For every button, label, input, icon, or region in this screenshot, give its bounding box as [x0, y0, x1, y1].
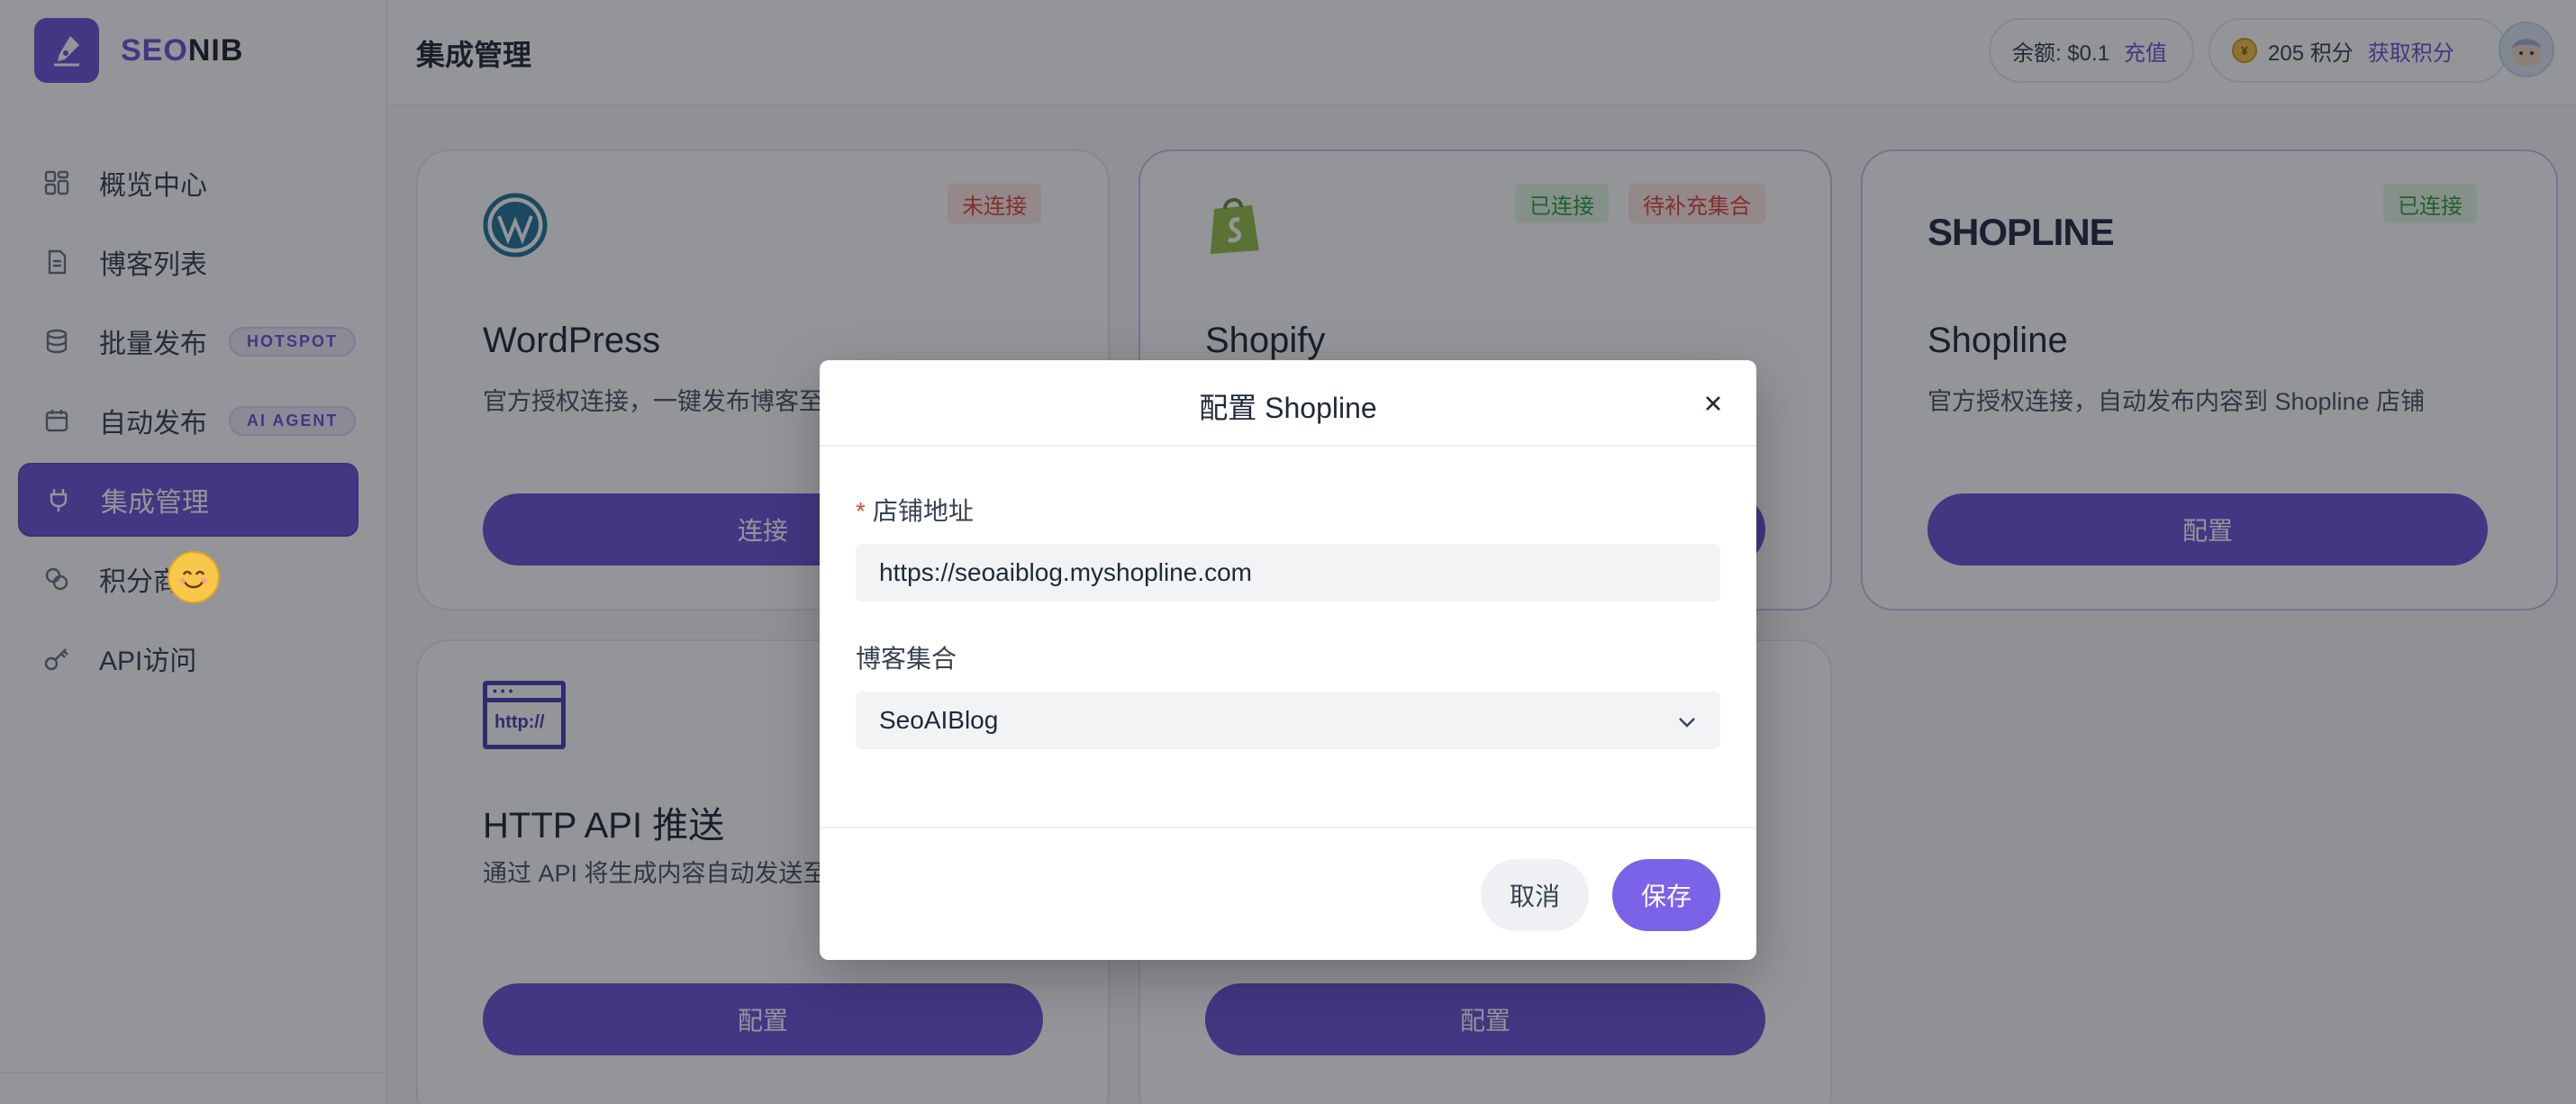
required-mark: *	[856, 497, 866, 525]
cancel-button[interactable]: 取消	[1481, 859, 1589, 931]
save-button[interactable]: 保存	[1612, 859, 1720, 931]
close-icon[interactable]	[1697, 387, 1729, 420]
chevron-down-icon	[1677, 706, 1697, 735]
selected-collection: SeoAIBlog	[879, 706, 999, 734]
store-address-label: * 店铺地址	[856, 497, 974, 525]
dialog-header: 配置 Shopline	[820, 360, 1756, 447]
blog-collection-label: 博客集合	[856, 645, 957, 673]
store-address-input[interactable]	[856, 544, 1720, 602]
blog-collection-select[interactable]: SeoAIBlog	[856, 692, 1720, 749]
dialog-footer: 取消 保存	[820, 827, 1756, 960]
dialog-title: 配置 Shopline	[1199, 392, 1377, 424]
smiley-emoji-icon	[168, 551, 220, 603]
configure-shopline-dialog: 配置 Shopline *店铺地址 博客集合 SeoAIBlog 取消 保存	[820, 360, 1756, 960]
